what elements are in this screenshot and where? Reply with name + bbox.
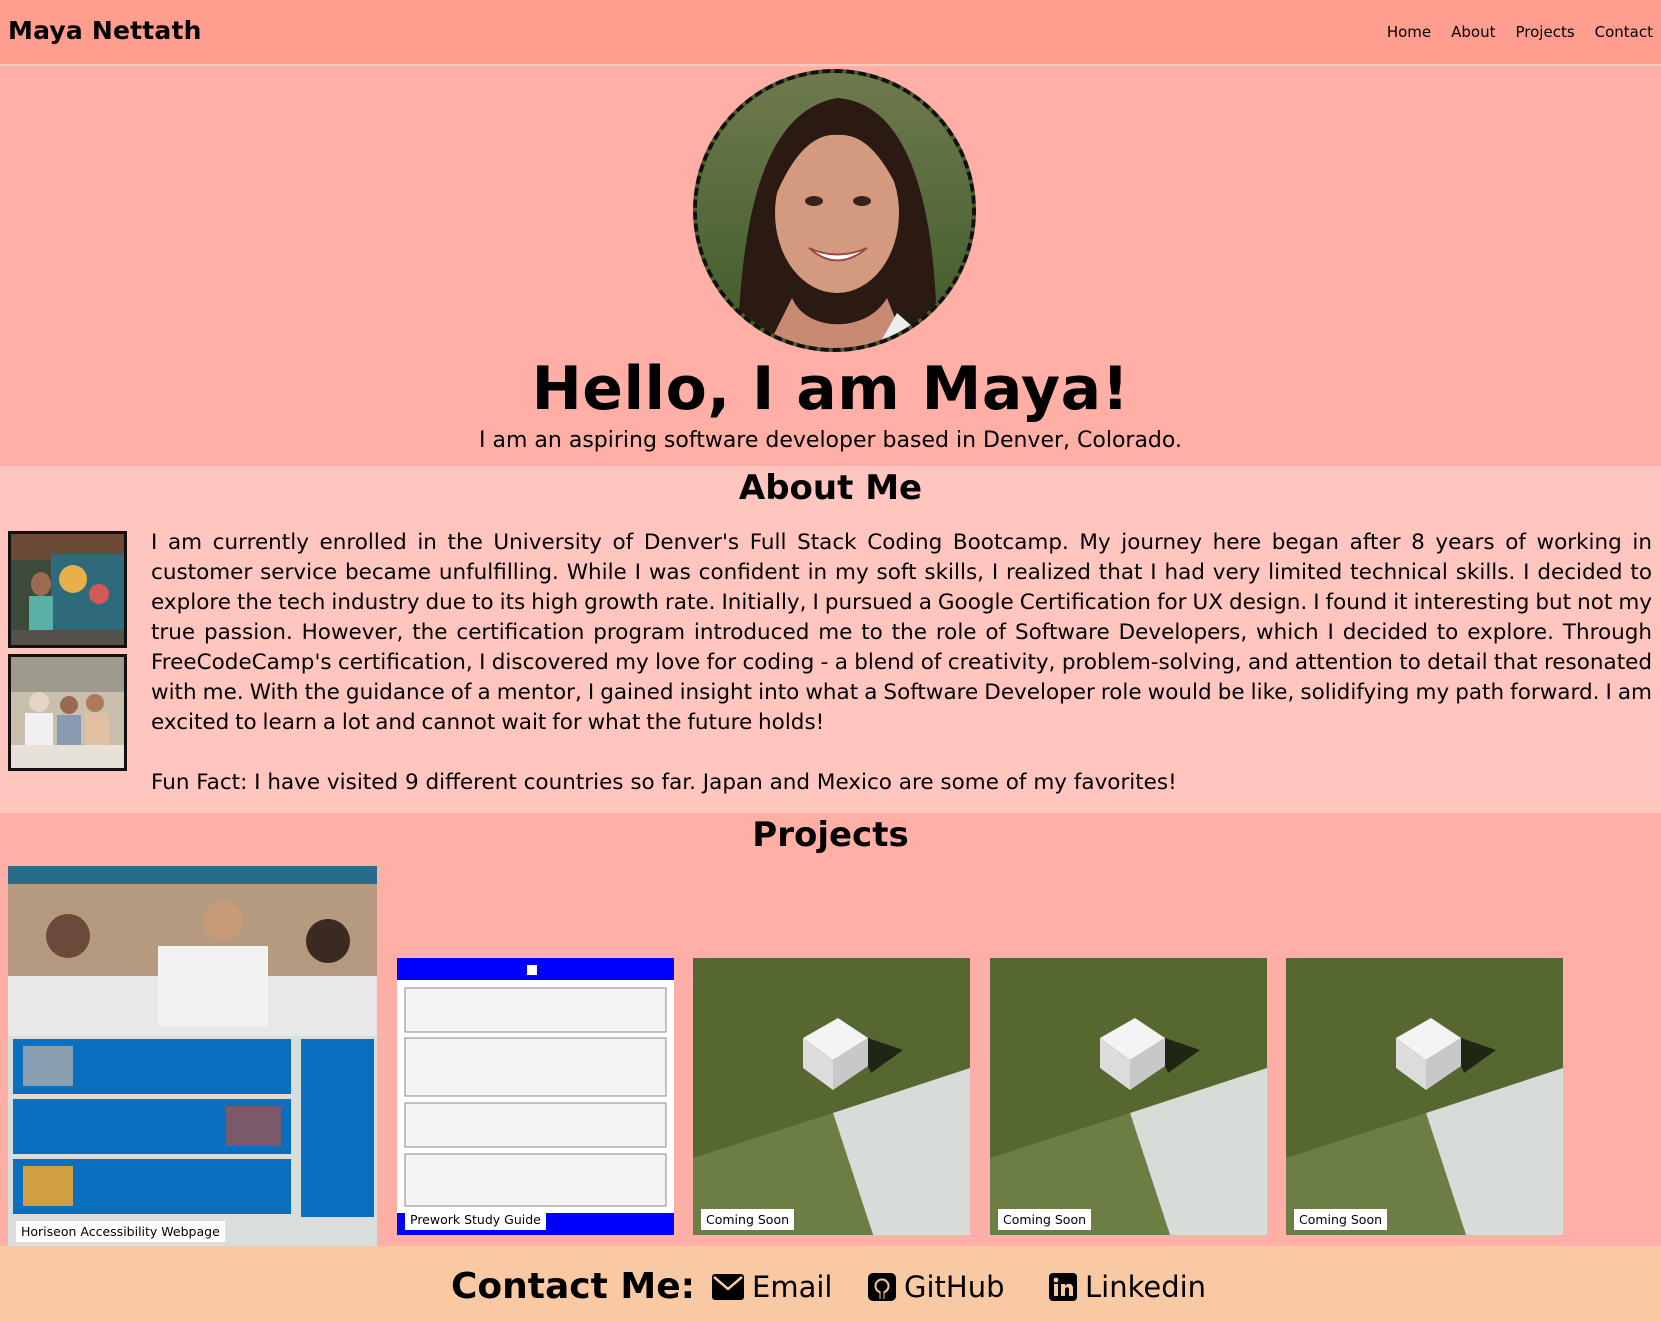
linkedin-icon (1049, 1273, 1077, 1301)
project-card-placeholder[interactable]: Coming Soon (990, 958, 1267, 1235)
project-card-placeholder[interactable]: Coming Soon (693, 958, 970, 1235)
envelope-icon (712, 1274, 744, 1300)
contact-title: Contact Me: (451, 1266, 696, 1307)
github-link[interactable]: GitHub (868, 1270, 1005, 1304)
github-link-label: GitHub (904, 1270, 1005, 1304)
nav-about-link[interactable]: About (1451, 23, 1495, 41)
about-photo-family (8, 654, 127, 771)
project-card-prework[interactable]: Prework Study Guide (397, 958, 674, 1235)
hero-subtitle: I am an aspiring software developer base… (479, 428, 1182, 453)
hero-title: Hello, I am Maya! (531, 354, 1130, 424)
project-label: Coming Soon (998, 1209, 1092, 1230)
about-photo-mural (8, 531, 127, 648)
brand-name[interactable]: Maya Nettath (8, 16, 202, 45)
about-body: I am currently enrolled in the Universit… (151, 530, 1652, 735)
linkedin-link-label: Linkedin (1085, 1270, 1207, 1304)
email-link[interactable]: Email (712, 1270, 832, 1304)
nav-home-link[interactable]: Home (1387, 23, 1431, 41)
profile-photo (693, 69, 976, 352)
nav-projects-link[interactable]: Projects (1516, 23, 1575, 41)
about-fun-fact: Fun Fact: I have visited 9 different cou… (151, 770, 1177, 795)
project-label: Coming Soon (1294, 1209, 1388, 1230)
about-title: About Me (738, 468, 923, 508)
github-icon (868, 1273, 896, 1301)
main-nav: Home About Projects Contact (1387, 23, 1653, 41)
projects-title: Projects (752, 815, 909, 855)
nav-contact-link[interactable]: Contact (1595, 23, 1653, 41)
linkedin-link[interactable]: Linkedin (1049, 1270, 1206, 1304)
project-label: Prework Study Guide (405, 1209, 546, 1230)
project-card-placeholder[interactable]: Coming Soon (1286, 958, 1563, 1235)
project-card-horiseon[interactable]: Horiseon Accessibility Webpage (8, 866, 377, 1247)
site-header: Maya Nettath Home About Projects Contact (0, 0, 1661, 66)
hero-section: Hello, I am Maya! I am an aspiring softw… (0, 66, 1661, 466)
email-link-label: Email (752, 1270, 833, 1304)
contact-section: Contact Me: Email GitHub Linkedin (0, 1246, 1661, 1322)
project-label: Coming Soon (701, 1209, 795, 1230)
projects-section: Projects Horiseon Accessibility Webpage (0, 813, 1661, 1247)
project-label: Horiseon Accessibility Webpage (16, 1221, 225, 1242)
about-section: About Me I am currently enrolled in the … (0, 466, 1661, 813)
